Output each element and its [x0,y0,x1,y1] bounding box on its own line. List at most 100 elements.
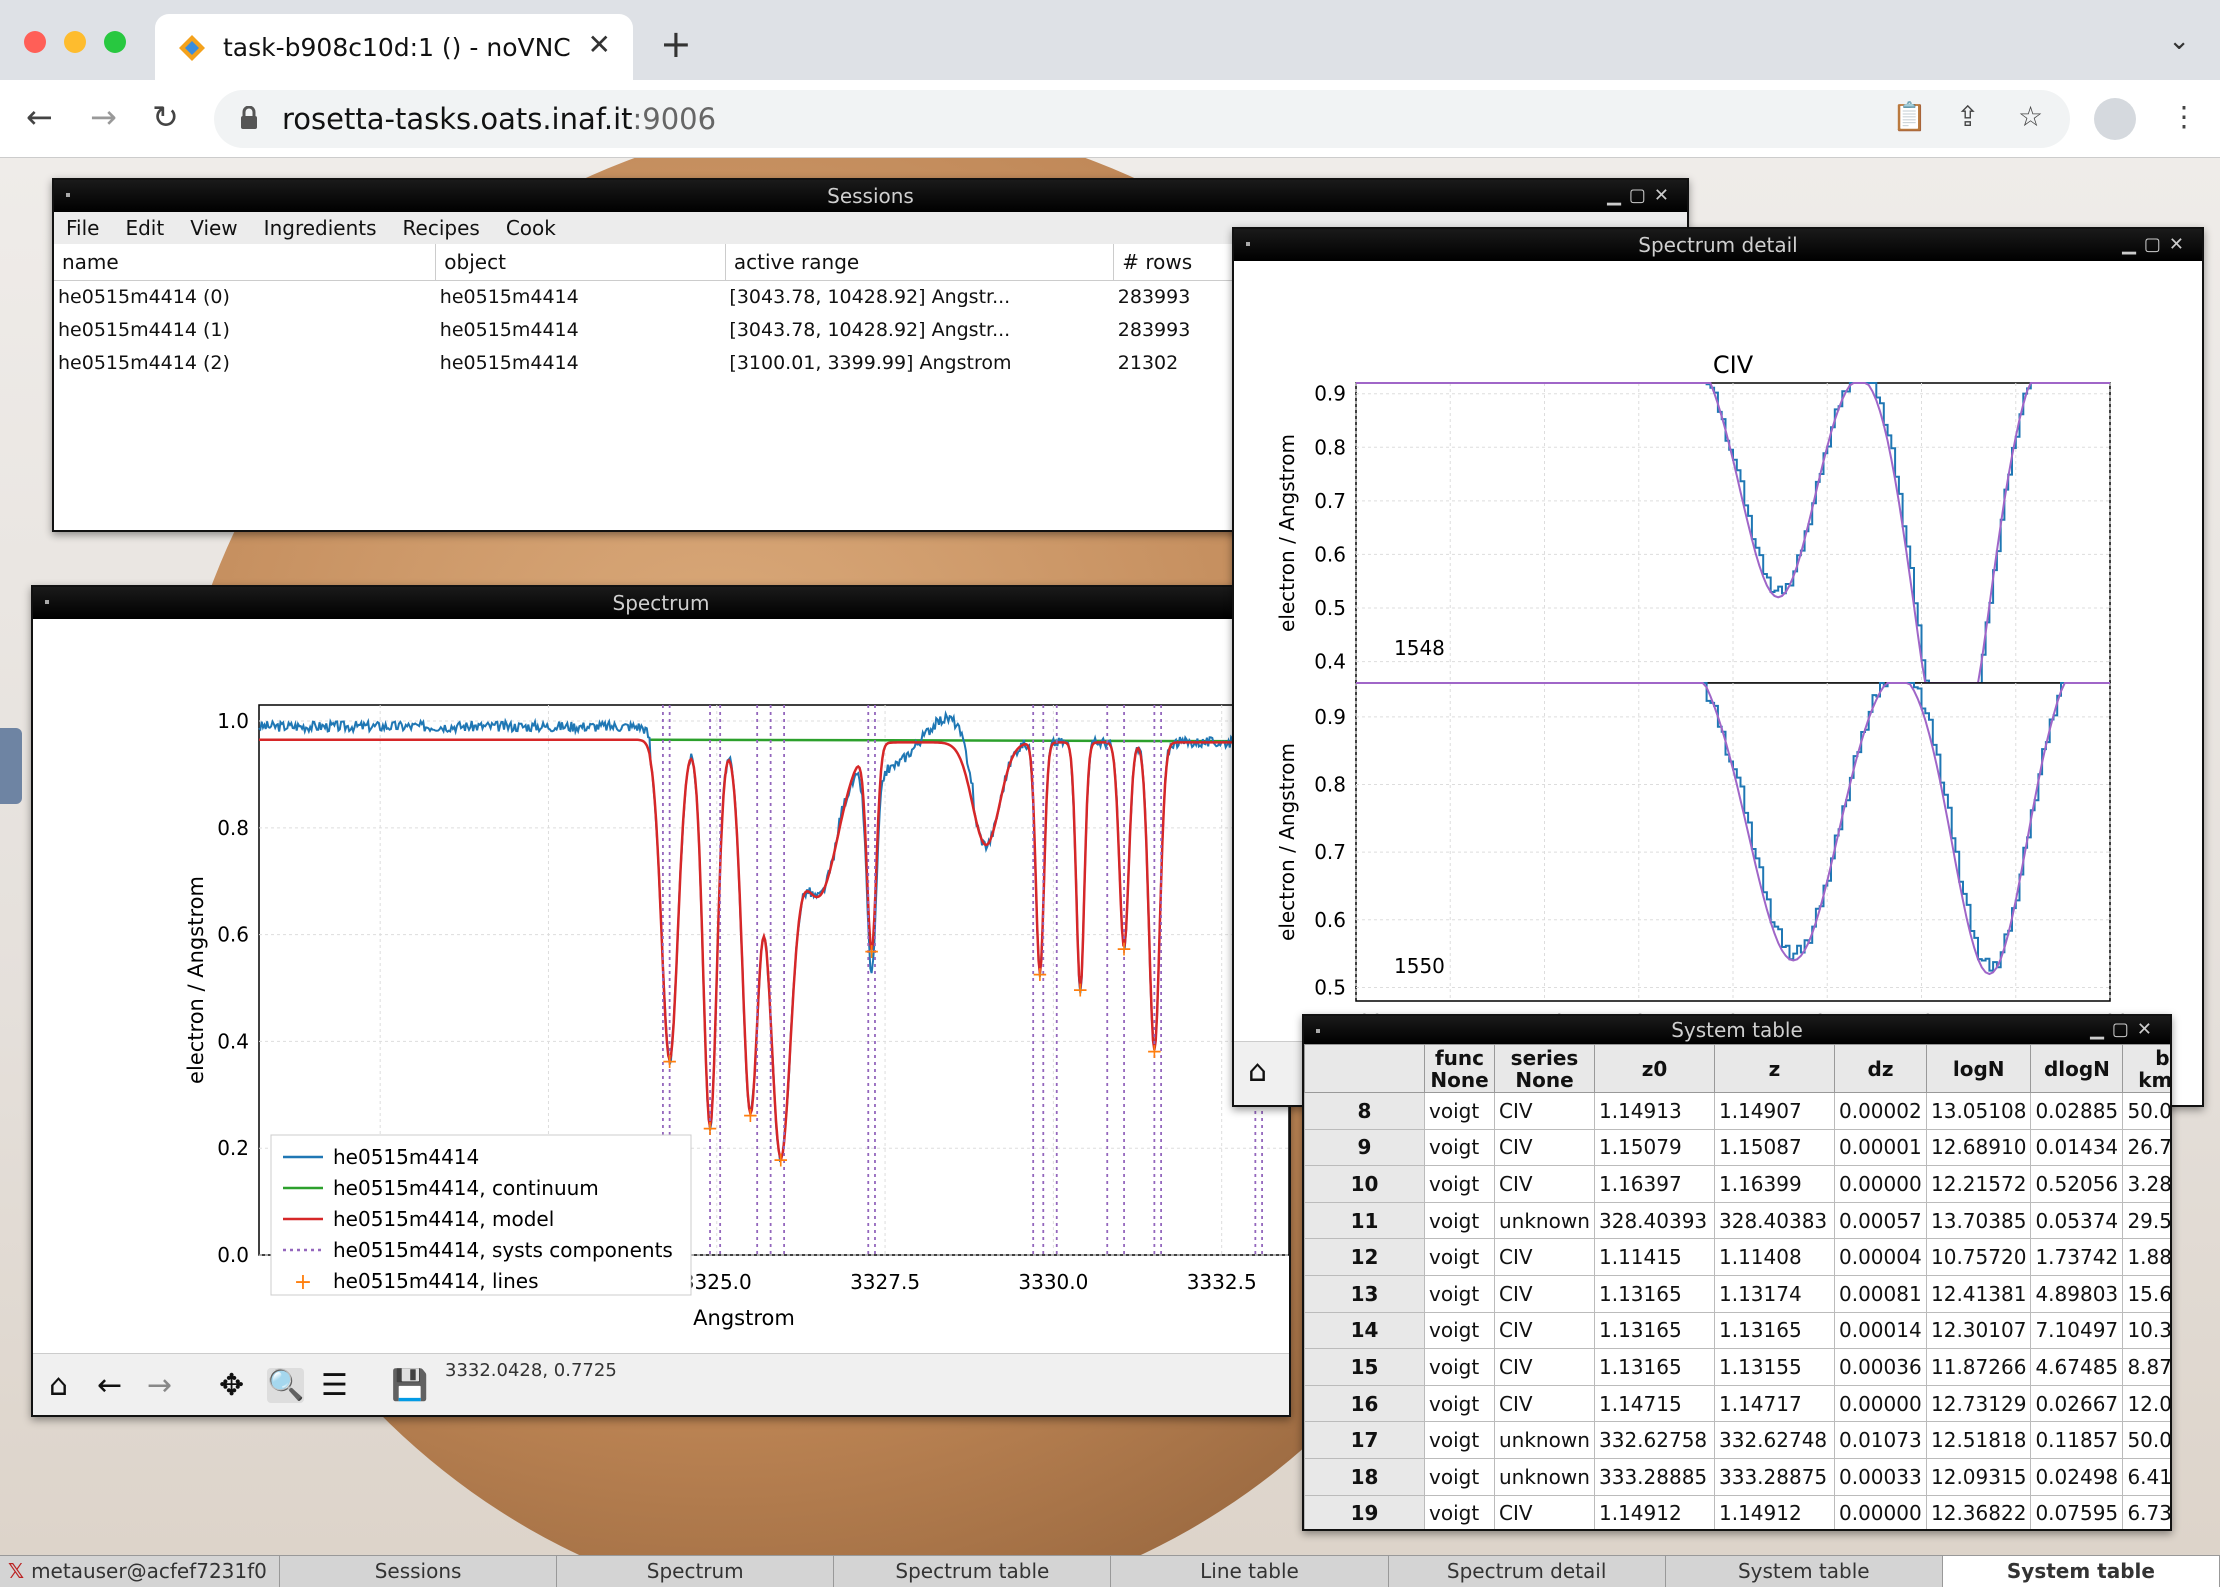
forward-arrow-icon[interactable]: → [147,1368,172,1403]
menu-item-ingredients[interactable]: Ingredients [264,216,377,240]
table-row[interactable]: 15 voigt CIV 1.13165 1.13155 0.00036 11.87266 4… [1304,1348,2170,1386]
window-controls[interactable]: ▁▢✕ [2122,229,2192,261]
column-header[interactable]: bkm / [2122,1044,2170,1093]
sessions-titlebar[interactable]: Sessions ▁▢✕ [54,180,1687,212]
table-row[interactable]: 8 voigt CIV 1.14913 1.14907 0.00002 13.05108 0.… [1304,1092,2170,1130]
table-row[interactable]: 19 voigt CIV 1.14912 1.14912 0.00000 12.36822 0… [1304,1494,2170,1529]
column-header[interactable]: z [1714,1044,1835,1093]
x-axis-label: Angstrom [693,1306,795,1330]
back-icon[interactable]: ← [26,98,53,136]
back-arrow-icon[interactable]: ← [97,1368,122,1403]
coordinate-readout: 3332.0428, 0.7725 [445,1360,617,1381]
window-controls[interactable]: ▁▢✕ [2090,1016,2160,1044]
spectrum-titlebar[interactable]: Spectrum [33,587,1289,619]
table-row[interactable]: 17 voigt unknown 332.62758 332.62748 0.01073 1… [1304,1421,2170,1459]
table-cell: 6.4187 [2122,1457,2170,1496]
menu-kebab-icon[interactable]: ⋮ [2170,100,2198,133]
system-table-window: System table ▁▢✕ func None series None z0 z dz l… [1302,1014,2172,1531]
detail-titlebar[interactable]: Spectrum detail ▁▢✕ [1234,229,2202,261]
window-title: Spectrum detail [1638,233,1798,257]
table-cell: 0.02885 [2030,1092,2124,1130]
column-header[interactable]: object [435,244,726,281]
table-row[interactable]: 13 voigt CIV 1.13165 1.13174 0.00081 12.41381 4… [1304,1274,2170,1313]
table-row[interactable]: 11 voigt unknown 328.40393 328.40383 0.00057 1… [1304,1201,2170,1240]
maximize-window-button[interactable] [104,31,126,53]
table-row[interactable]: 9 voigt CIV 1.15079 1.15087 0.00001 12.68910 0.… [1304,1128,2170,1167]
y-tick-label: 0.7 [1314,489,1346,513]
menu-item-recipes[interactable]: Recipes [403,216,480,240]
table-row[interactable]: 18 voigt unknown 333.28885 333.28875 0.00033 1… [1304,1457,2170,1496]
table-row[interactable]: 16 voigt CIV 1.14715 1.14717 0.00000 12.73129 0… [1304,1384,2170,1423]
share-icon[interactable]: ⇪ [1956,100,1979,133]
close-tab-icon[interactable]: ✕ [588,28,611,61]
table-cell: voigt [1424,1092,1495,1130]
table-cell: 12.73129 [1925,1384,2032,1423]
forward-icon[interactable]: → [90,98,117,136]
table-cell: 1.14912 [1594,1494,1715,1529]
table-cell: 1.14913 [1594,1092,1715,1130]
minimize-window-button[interactable] [64,31,86,53]
taskbar-item[interactable]: Spectrum table [834,1556,1112,1587]
taskbar-item[interactable]: Spectrum detail [1389,1556,1666,1587]
column-header[interactable]: dlogN [2030,1044,2124,1093]
column-header[interactable]: dz [1834,1044,1927,1093]
taskbar-item[interactable]: System table [1942,1556,2220,1587]
line-marker: + [1072,977,1089,1001]
window-controls[interactable]: ▁▢✕ [1607,180,1677,212]
line-marker: + [1032,962,1049,986]
taskbar-item[interactable]: System table [1666,1556,1943,1587]
table-cell: voigt [1424,1348,1495,1386]
spectrum-detail-plot[interactable]: CIV 0.4 0.5 0.6 0.7 0.8 0.9 1548 electron / Angs… [1234,261,2202,1064]
table-row[interactable]: 14 voigt CIV 1.13165 1.13165 0.00014 12.30107 7… [1304,1311,2170,1350]
browser-tab[interactable]: task-b908c10d:1 () - noVNC ✕ [155,14,633,80]
configure-subplots-icon[interactable]: ☰ [321,1368,348,1403]
save-icon[interactable]: 💾 [391,1368,428,1403]
table-cell: 1.11415 [1594,1238,1715,1276]
clipboard-icon[interactable]: 📋 [1892,100,1927,133]
close-window-button[interactable] [24,31,46,53]
zoom-icon[interactable]: 🔍 [267,1368,305,1403]
taskbar-item[interactable]: Line table [1111,1556,1389,1587]
novnc-control-handle[interactable] [0,728,22,804]
column-header[interactable]: logN [1925,1044,2032,1093]
column-header[interactable]: series None [1494,1044,1595,1093]
reload-icon[interactable]: ↻ [152,98,179,136]
table-cell: 12.36822 [1925,1494,2032,1529]
y-tick-label: 0.4 [1314,650,1346,674]
column-header[interactable]: active range [725,244,1115,281]
table-cell: 0.02667 [2030,1384,2124,1423]
profile-avatar[interactable] [2094,98,2136,140]
menu-item-cook[interactable]: Cook [506,216,556,240]
address-bar[interactable]: rosetta-tasks.oats.inaf.it:9006 [214,90,2070,148]
spectrum-plot[interactable]: 3320.03322.53325.03327.53330.03332.50.00… [33,619,1290,1351]
table-row[interactable]: 10 voigt CIV 1.16397 1.16399 0.00000 12.21572 0… [1304,1165,2170,1203]
header-text: None [1430,1067,1489,1092]
table-row[interactable]: 12 voigt CIV 1.11415 1.11408 0.00004 10.75720 1… [1304,1238,2170,1276]
table-cell: 1.13155 [1714,1348,1835,1386]
tab-search-icon[interactable]: ⌄ [2168,26,2190,56]
x-tick-label: 3330.0 [1018,1270,1088,1294]
header-text: z0 [1641,1056,1668,1081]
taskbar-user[interactable]: 𝕏 metauser@acfef7231f0 [0,1556,280,1587]
column-header[interactable]: name [54,244,437,281]
header-text: dz [1867,1056,1894,1081]
menu-item-file[interactable]: File [66,216,99,240]
menu-item-edit[interactable]: Edit [125,216,164,240]
column-header[interactable]: func None [1424,1044,1495,1093]
home-icon[interactable]: ⌂ [49,1368,68,1403]
matplotlib-toolbar: ⌂ ← → ✥ 🔍 ☰ 💾 3332.0428, 0.7725 [33,1353,1289,1415]
new-tab-button[interactable]: + [660,22,692,66]
menu-item-view[interactable]: View [190,216,237,240]
table-cell: [3043.78, 10428.92] Angstr... [729,286,1011,309]
taskbar-item[interactable]: Sessions [280,1556,558,1587]
pan-icon[interactable]: ✥ [219,1368,244,1403]
table-cell: 26.773 [2122,1128,2170,1167]
row-number: 15 [1304,1348,1425,1386]
taskbar-item[interactable]: Spectrum [557,1556,835,1587]
column-header[interactable]: z0 [1594,1044,1715,1093]
home-icon[interactable]: ⌂ [1248,1054,1267,1089]
bookmark-star-icon[interactable]: ☆ [2018,100,2043,133]
spectrum-detail-window: Spectrum detail ▁▢✕ CIV 0.4 0.5 0.6 0.7 0.8 0.9… [1232,227,2204,1107]
column-header[interactable] [1304,1044,1425,1093]
system-table-titlebar[interactable]: System table ▁▢✕ [1304,1016,2170,1044]
